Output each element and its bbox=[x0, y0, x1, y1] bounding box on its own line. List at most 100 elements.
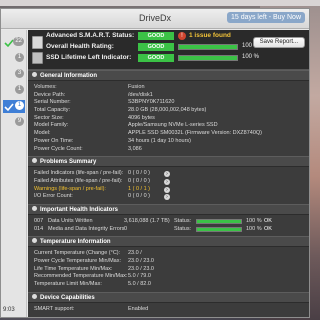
row-label: Sector Size: bbox=[34, 114, 64, 121]
problems-summary-section: Problems Summary Failed Indicators (life… bbox=[28, 156, 309, 204]
sidebar-badge: 9 bbox=[15, 117, 24, 126]
section-title: Temperature Information bbox=[40, 239, 111, 246]
row-value: 4096 bytes bbox=[128, 114, 155, 121]
sidebar-item-drive-selected[interactable]: 1 bbox=[3, 100, 25, 113]
lifetime-left-pct: 100 % bbox=[242, 54, 260, 60]
status-label: Status: bbox=[174, 225, 192, 232]
device-capabilities-section: Device Capabilities SMART support: Enable… bbox=[28, 291, 309, 314]
sidebar-badge: 1 bbox=[15, 85, 24, 94]
sidebar-item-drive-4[interactable]: 1 bbox=[3, 84, 25, 97]
info-row: Power Cycle Temperature Min/Max: 23.0 / 2… bbox=[28, 258, 309, 266]
sidebar-badge: 22 bbox=[13, 37, 24, 46]
advanced-status-label: Advanced S.M.A.R.T. Status: bbox=[46, 32, 135, 39]
row-label: Warnings (life-span / pre-fail): bbox=[34, 185, 106, 192]
lifetime-left-bar bbox=[178, 55, 238, 61]
disclosure-icon bbox=[32, 205, 37, 211]
info-row: Total Capacity: 28.0 GB (28,000,002,048 b… bbox=[28, 107, 309, 115]
details-arrow-icon[interactable]: › bbox=[164, 194, 170, 201]
attribute-id: 014 bbox=[34, 225, 44, 232]
row-value: 5.0 / 82.0 bbox=[128, 281, 151, 288]
row-value: Fusion bbox=[128, 84, 145, 90]
issue-text[interactable]: 1 issue found bbox=[189, 32, 231, 39]
details-arrow-icon[interactable]: › bbox=[164, 178, 170, 185]
health-indicator-row[interactable]: 007 Data Units Written 3,618,088 (1.7 TB) S… bbox=[28, 218, 309, 226]
row-value: Apple/Samsung NVMe L-series SSD bbox=[128, 122, 218, 129]
row-label: Failed Attributes (life-span / pre-fail)… bbox=[34, 177, 123, 184]
row-label: Power On Time: bbox=[34, 137, 74, 144]
row-value: /dev/disk1 bbox=[128, 91, 153, 98]
info-row: Power On Time: 34 hours (1 day 10 hours) bbox=[28, 138, 309, 146]
info-row: Model: APPLE SSD SM0032L (Firmware Versio… bbox=[28, 130, 309, 138]
row-label: Power Cycle Count: bbox=[34, 145, 83, 152]
row-value: 34 hours (1 day 10 hours) bbox=[128, 137, 191, 144]
info-row: Current Temperature (Change (°C): 23.0 / bbox=[28, 250, 309, 258]
info-row: I/O Error Count: 0 ( 0 / 0 ) › bbox=[28, 193, 309, 201]
sidebar-badge: 1 bbox=[15, 101, 24, 110]
section-title: Device Capabilities bbox=[40, 294, 95, 301]
main-content: Advanced S.M.A.R.T. Status: GOOD ! 1 iss… bbox=[28, 30, 309, 317]
status-ok: OK bbox=[264, 225, 272, 232]
info-row: Device Path: /dev/disk1 bbox=[28, 92, 309, 100]
attribute-name: Data Units Written bbox=[48, 217, 93, 224]
health-indicator-row[interactable]: 014 Media and Data Integrity Errors 0 Statu… bbox=[28, 226, 309, 234]
status-bar-fill bbox=[197, 228, 241, 232]
info-row: Volumes: Fusion bbox=[28, 84, 309, 92]
section-title: Problems Summary bbox=[40, 159, 97, 166]
section-header[interactable]: Device Capabilities bbox=[28, 291, 309, 303]
row-value: 23.0 / bbox=[128, 250, 142, 257]
lifetime-left-value: GOOD bbox=[138, 54, 174, 62]
row-label: Life Time Temperature Min/Max: bbox=[34, 265, 113, 272]
section-title: Important Health Indicators bbox=[40, 206, 119, 213]
info-row: Power Cycle Count: 3,086 bbox=[28, 146, 309, 154]
sidebar-item-drive-6[interactable]: 9 bbox=[3, 116, 25, 129]
section-header[interactable]: Important Health Indicators bbox=[28, 203, 309, 215]
smart-status-header: Advanced S.M.A.R.T. Status: GOOD ! 1 iss… bbox=[28, 30, 309, 70]
row-label: Model: bbox=[34, 130, 51, 137]
sidebar: 22 1 3 1 1 9 9:03 bbox=[1, 30, 27, 317]
attribute-name: Media and Data Integrity Errors bbox=[48, 225, 125, 232]
sidebar-item-drive-2[interactable]: 1 bbox=[3, 52, 25, 65]
row-label: Serial Number: bbox=[34, 99, 71, 106]
sidebar-item-drive-1[interactable]: 22 bbox=[3, 36, 25, 49]
row-label: Device Path: bbox=[34, 91, 66, 98]
advanced-status-value: GOOD bbox=[138, 32, 174, 40]
row-value: 28.0 GB (28,000,002,048 bytes) bbox=[128, 107, 207, 114]
section-header[interactable]: General Information bbox=[28, 70, 309, 81]
row-value: 0 ( 0 / 0 ) bbox=[128, 193, 151, 200]
row-label: Model Family: bbox=[34, 122, 69, 129]
temperature-section: Temperature Information Current Temperat… bbox=[28, 236, 309, 291]
row-value: 0 ( 0 / 0 ) bbox=[128, 177, 151, 184]
info-row: Warnings (life-span / pre-fail): 1 ( 0 / … bbox=[28, 186, 309, 194]
status-bar bbox=[196, 227, 242, 233]
menu-bar bbox=[0, 0, 320, 6]
section-title: General Information bbox=[40, 73, 98, 79]
info-row: Sector Size: 4096 bytes bbox=[28, 115, 309, 123]
row-label: Recommended Temperature Min/Max: bbox=[34, 273, 128, 280]
save-report-button[interactable]: Save Report... bbox=[252, 37, 305, 48]
general-information-section: General Information Volumes: Fusion Device… bbox=[28, 70, 309, 156]
status-bar-fill bbox=[197, 220, 241, 224]
row-label: I/O Error Count: bbox=[34, 193, 73, 200]
info-row: Life Time Temperature Min/Max: 23.0 / 23.… bbox=[28, 266, 309, 274]
status-bar bbox=[196, 219, 242, 225]
row-label: Temperature Limit Min/Max: bbox=[34, 281, 102, 288]
attribute-value: 0 bbox=[124, 225, 128, 232]
lifetime-left-fill bbox=[179, 56, 237, 60]
section-header[interactable]: Temperature Information bbox=[28, 236, 309, 248]
details-arrow-icon[interactable]: › bbox=[164, 171, 170, 178]
trial-badge[interactable]: 15 days left - Buy Now bbox=[226, 12, 305, 23]
row-value: Enabled bbox=[128, 305, 149, 312]
row-value: 23.0 / 23.0 bbox=[128, 265, 154, 272]
lifetime-left-label: SSD Lifetime Left Indicator: bbox=[46, 54, 132, 61]
row-label: SMART support: bbox=[34, 305, 75, 312]
row-value: 3,086 bbox=[128, 145, 142, 152]
attribute-value: 3,618,088 (1.7 TB) bbox=[124, 217, 170, 224]
status-ok: OK bbox=[264, 217, 272, 224]
section-header[interactable]: Problems Summary bbox=[28, 156, 309, 168]
details-arrow-icon[interactable]: › bbox=[164, 186, 170, 193]
row-value: APPLE SSD SM0032L (Firmware Version: DXZ… bbox=[128, 130, 262, 137]
sidebar-badge: 3 bbox=[15, 69, 24, 78]
row-label: Failed Indicators (life-span / pre-fail)… bbox=[34, 170, 124, 177]
status-label: Status: bbox=[174, 217, 192, 224]
sidebar-item-drive-3[interactable]: 3 bbox=[3, 68, 25, 81]
